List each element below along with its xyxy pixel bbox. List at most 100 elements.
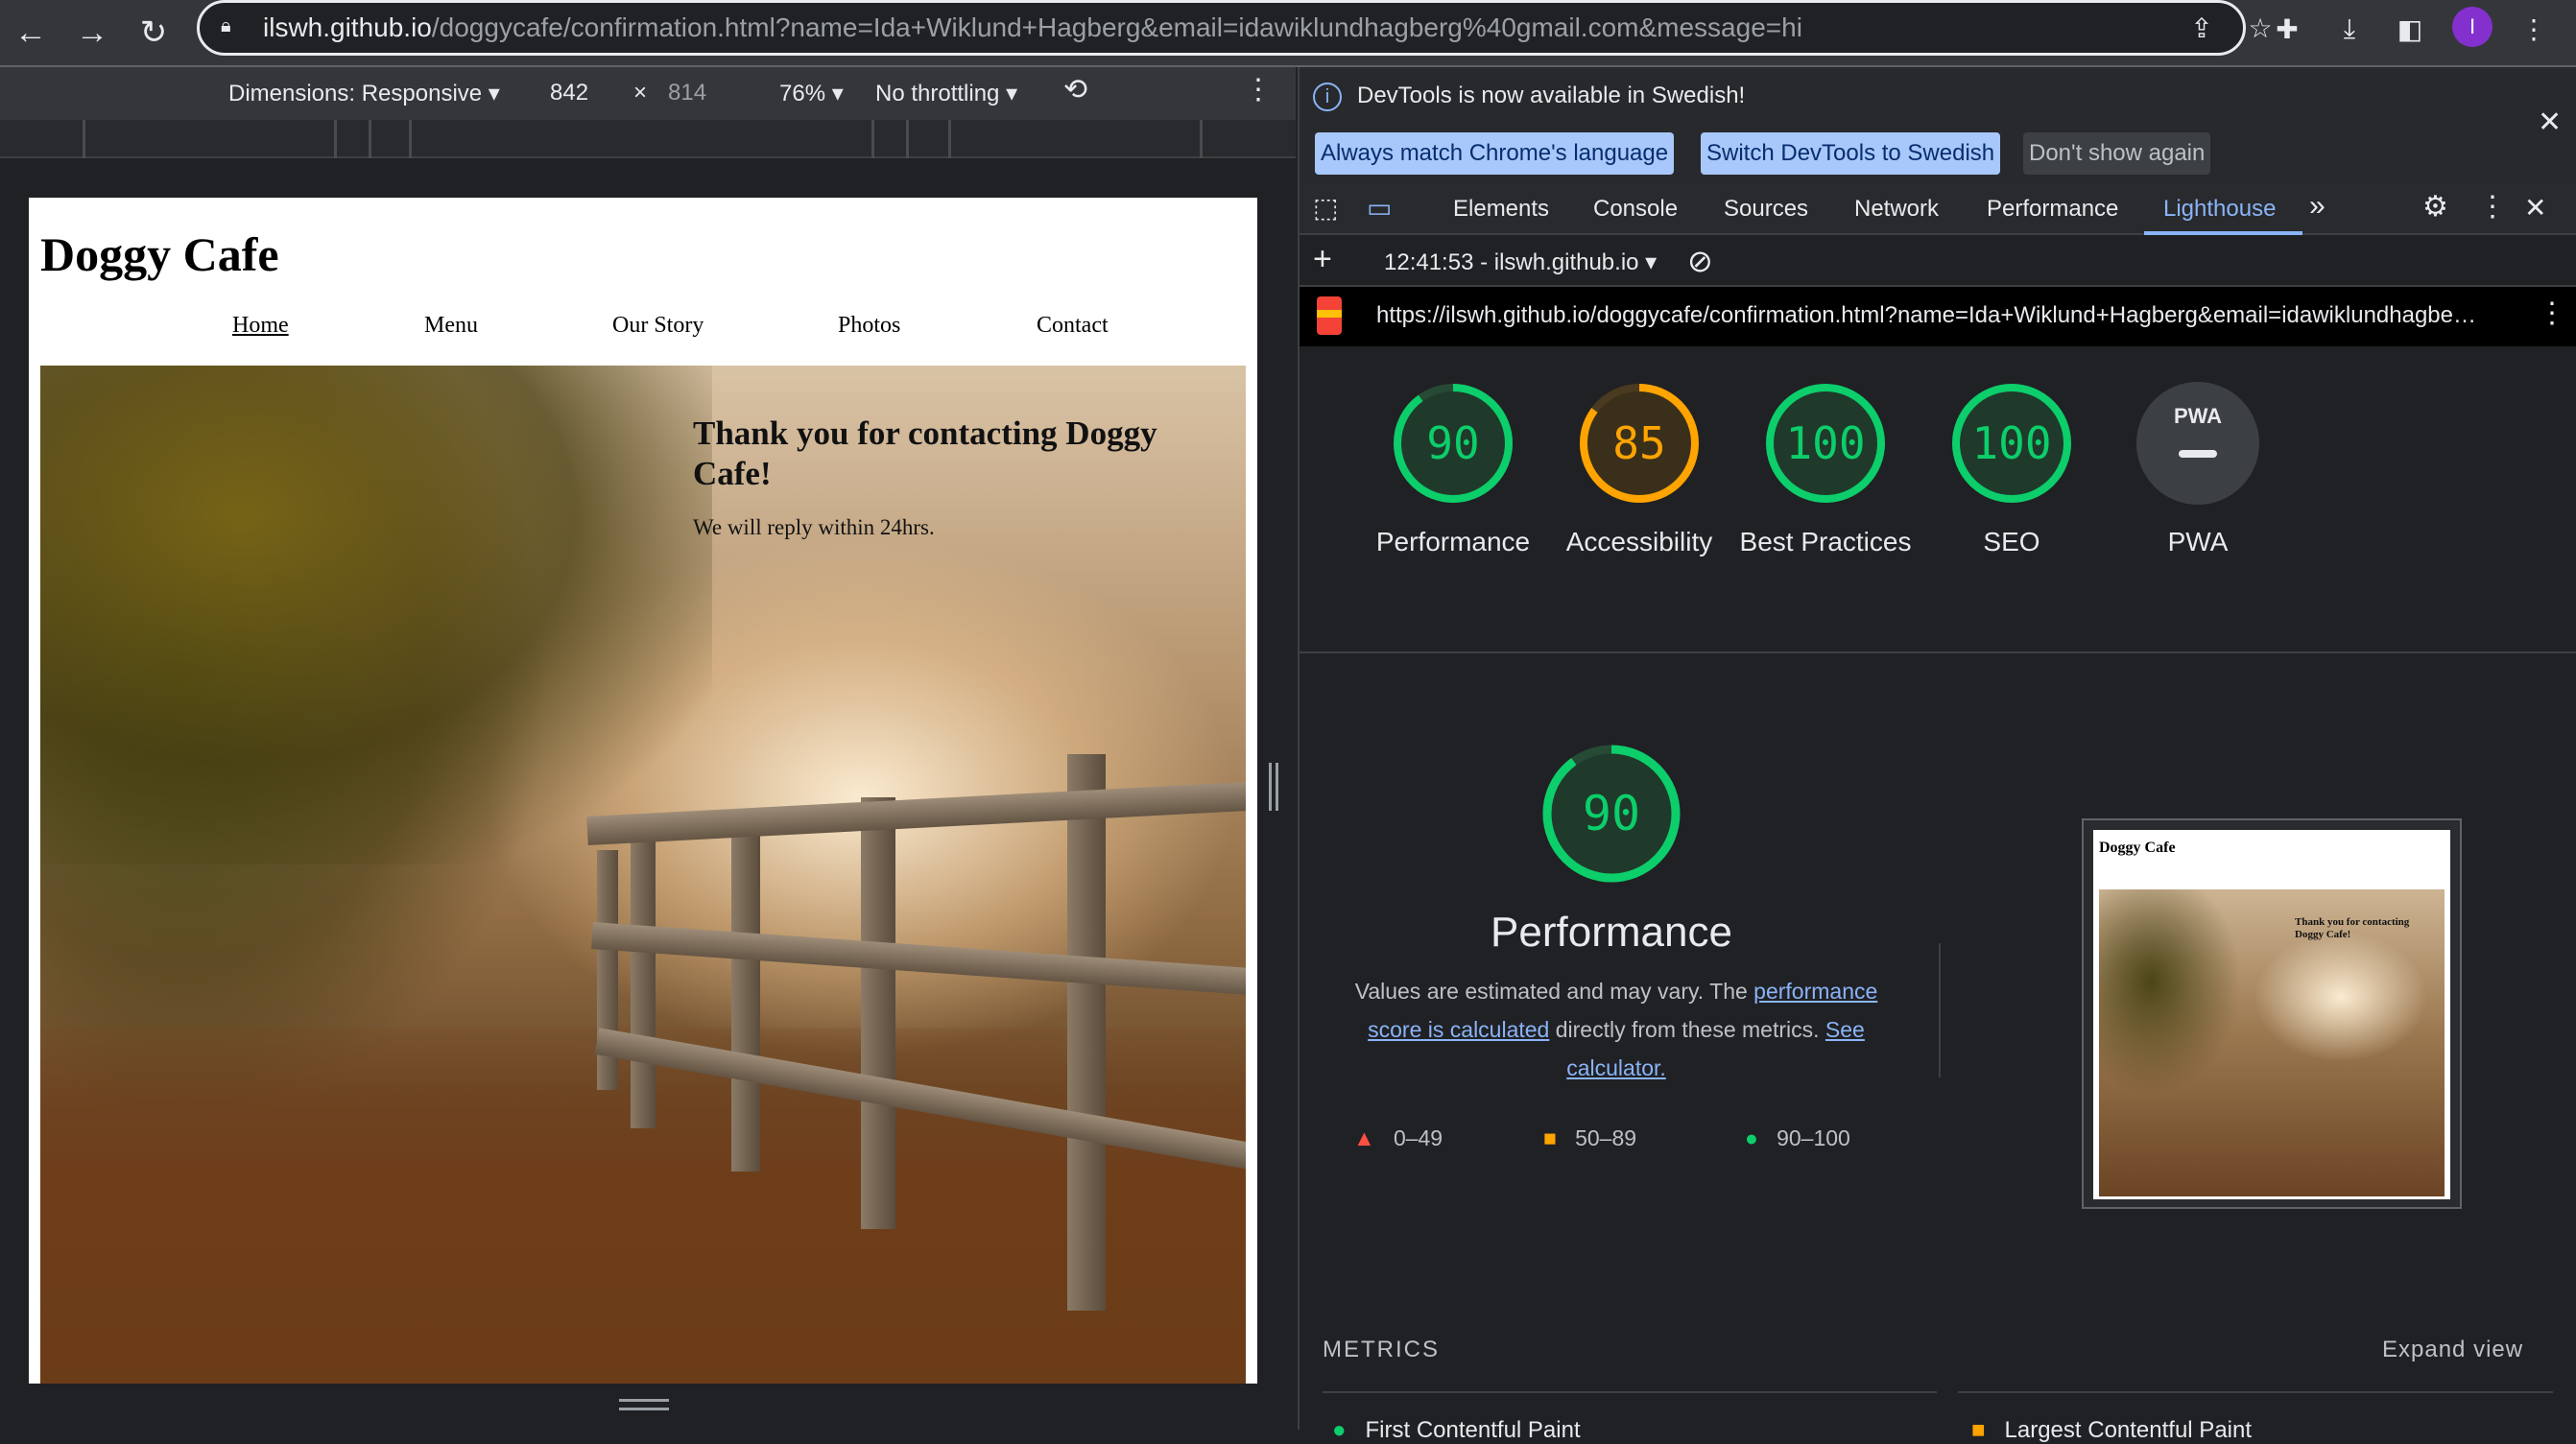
- report-selector[interactable]: 12:41:53 - ilswh.github.io ▾: [1384, 249, 1657, 276]
- performance-large-gauge: 90: [1539, 742, 1683, 886]
- score-performance[interactable]: 90 Performance: [1357, 381, 1549, 561]
- score-pwa[interactable]: PWA PWA: [2102, 381, 2294, 561]
- emulated-viewport: Doggy Cafe Home Menu Our Story Photos Co…: [29, 198, 1257, 1384]
- height-input[interactable]: 814: [668, 80, 706, 107]
- tab-network[interactable]: Network: [1854, 196, 1939, 223]
- viewport-bottom-resize-handle[interactable]: [619, 1399, 669, 1410]
- url-path: /doggycafe/confirmation.html?name=Ida+Wi…: [431, 12, 1802, 42]
- width-input[interactable]: 842: [550, 80, 588, 107]
- accessibility-score-label: Accessibility: [1565, 527, 1713, 556]
- legend-average-label: 50–89: [1575, 1125, 1637, 1150]
- tab-lighthouse[interactable]: Lighthouse: [2163, 196, 2276, 223]
- score-seo[interactable]: 100 SEO: [1916, 381, 2108, 561]
- section-divider: [1939, 943, 1941, 1077]
- tab-performance[interactable]: Performance: [1987, 196, 2118, 223]
- device-toggle-icon[interactable]: ▭: [1367, 192, 1392, 224]
- tab-console[interactable]: Console: [1593, 196, 1678, 223]
- side-panel-icon[interactable]: ◧: [2391, 10, 2429, 48]
- desc-part-1: Values are estimated and may vary. The: [1354, 979, 1754, 1004]
- share-icon[interactable]: ⇪: [2182, 9, 2221, 47]
- performance-score-value: 90: [1426, 417, 1480, 469]
- viewport-resize-handle[interactable]: [1269, 763, 1278, 811]
- tab-sources[interactable]: Sources: [1724, 196, 1808, 223]
- seo-score-label: SEO: [1983, 527, 2040, 556]
- tree-foliage: [40, 366, 712, 864]
- nav-home[interactable]: Home: [232, 313, 289, 339]
- score-accessibility[interactable]: 85 Accessibility: [1543, 381, 1735, 561]
- seo-gauge: 100: [1949, 381, 2074, 506]
- metric-lcp: ■ Largest Contentful Paint: [1971, 1417, 2252, 1444]
- lighthouse-logo-icon: [1317, 296, 1342, 335]
- infobar-message: DevTools is now available in Swedish!: [1357, 83, 1746, 108]
- desc-part-2: directly from these metrics.: [1549, 1017, 1825, 1042]
- more-tabs-icon[interactable]: »: [2309, 190, 2326, 223]
- legend-good-label: 90–100: [1777, 1125, 1850, 1150]
- new-report-icon[interactable]: +: [1313, 241, 1332, 278]
- legend-poor: ▲ 0–49: [1353, 1125, 1443, 1151]
- media-query-ruler[interactable]: [0, 120, 1296, 158]
- language-infobar: i DevTools is now available in Swedish! …: [1300, 67, 2576, 182]
- score-gauges: 90 Performance 85 Accessibility 100 Best…: [1300, 346, 2576, 653]
- device-emulation-pane: Dimensions: Responsive ▾ 842 × 814 76% ▾…: [0, 67, 1296, 1430]
- close-devtools-icon[interactable]: ✕: [2524, 192, 2546, 224]
- download-icon[interactable]: ⤓: [2330, 10, 2369, 48]
- inspect-element-icon[interactable]: ⬚: [1313, 192, 1338, 224]
- pwa-badge-text: PWA: [2173, 404, 2223, 428]
- zoom-dropdown[interactable]: 76% ▾: [779, 80, 844, 107]
- forward-arrow-icon[interactable]: →: [69, 10, 115, 56]
- lighthouse-report-bar: + 12:41:53 - ilswh.github.io ▾ ⊘: [1300, 237, 2576, 287]
- throttling-dropdown[interactable]: No throttling ▾: [875, 80, 1017, 107]
- performance-title: Performance: [1491, 909, 1732, 956]
- switch-swedish-button[interactable]: Switch DevTools to Swedish: [1701, 132, 2001, 175]
- device-toolbar: Dimensions: Responsive ▾ 842 × 814 76% ▾…: [0, 67, 1296, 120]
- final-screenshot-thumbnail[interactable]: Doggy Cafe Thank you for contacting Dogg…: [2082, 818, 2462, 1209]
- report-menu-icon[interactable]: ⋮: [2538, 296, 2566, 330]
- match-language-button[interactable]: Always match Chrome's language: [1315, 132, 1675, 175]
- address-bar[interactable]: 🔒︎ ilswh.github.io/doggycafe/confirmatio…: [197, 0, 2273, 56]
- settings-gear-icon[interactable]: ⚙: [2422, 190, 2448, 224]
- devtools-menu-icon[interactable]: ⋮: [2478, 190, 2507, 224]
- report-url: https://ilswh.github.io/doggycafe/confir…: [1376, 302, 2476, 328]
- tab-elements[interactable]: Elements: [1453, 196, 1549, 223]
- legend-good: ● 90–100: [1745, 1125, 1850, 1151]
- pwa-badge: PWA: [2135, 381, 2260, 506]
- dont-show-again-button[interactable]: Don't show again: [2023, 132, 2211, 175]
- red-triangle-icon: ▲: [1353, 1125, 1375, 1150]
- nav-our-story[interactable]: Our Story: [612, 313, 704, 339]
- metric-lcp-label: Largest Contentful Paint: [2004, 1417, 2253, 1443]
- nav-contact[interactable]: Contact: [1037, 313, 1109, 339]
- orange-square-icon: ■: [1971, 1417, 1986, 1443]
- active-tab-indicator: [2144, 231, 2302, 235]
- dimensions-dropdown[interactable]: Dimensions: Responsive ▾: [228, 80, 500, 107]
- best-practices-gauge: 100: [1763, 381, 1888, 506]
- performance-large-value: 90: [1582, 786, 1641, 841]
- fence-post: [731, 826, 760, 1172]
- legend-poor-label: 0–49: [1393, 1125, 1443, 1150]
- rotate-icon[interactable]: ⟲: [1063, 73, 1087, 107]
- expand-view-toggle[interactable]: Expand view: [2382, 1337, 2523, 1363]
- clear-reports-icon[interactable]: ⊘: [1687, 243, 1713, 279]
- info-icon: i: [1313, 83, 1342, 111]
- score-best-practices[interactable]: 100 Best Practices: [1729, 381, 1921, 561]
- extensions-icon[interactable]: ✚: [2268, 10, 2306, 48]
- nav-menu[interactable]: Menu: [424, 313, 478, 339]
- metric-divider-right: [1958, 1391, 2553, 1393]
- reload-icon[interactable]: ↻: [131, 10, 177, 56]
- back-arrow-icon[interactable]: ←: [8, 10, 54, 56]
- nav-photos[interactable]: Photos: [838, 313, 900, 339]
- lock-icon: 🔒︎: [221, 15, 231, 36]
- legend-average: ■ 50–89: [1543, 1125, 1636, 1151]
- metric-divider-left: [1323, 1391, 1937, 1393]
- browser-toolbar: ← → ↻ 🔒︎ ilswh.github.io/doggycafe/confi…: [0, 0, 2576, 65]
- kebab-menu-icon[interactable]: ⋮: [2515, 10, 2553, 48]
- thanks-heading: Thank you for contacting Doggy Cafe!: [693, 414, 1157, 492]
- infobar-close-icon[interactable]: ✕: [2538, 106, 2562, 139]
- fence-rail: [591, 922, 1246, 996]
- performance-gauge: 90: [1391, 381, 1515, 506]
- url-text: ilswh.github.io/doggycafe/confirmation.h…: [263, 12, 1802, 43]
- profile-avatar[interactable]: I: [2452, 7, 2493, 47]
- best-practices-score-label: Best Practices: [1739, 527, 1912, 556]
- performance-detail-section: 90 Performance Values are estimated and …: [1300, 655, 2576, 1443]
- device-options-icon[interactable]: ⋮: [1244, 73, 1273, 107]
- pwa-score-label: PWA: [2167, 527, 2229, 556]
